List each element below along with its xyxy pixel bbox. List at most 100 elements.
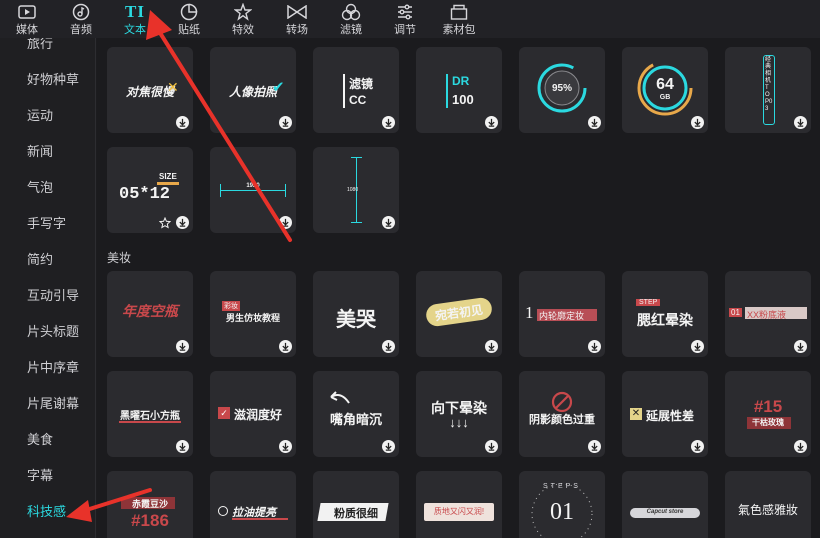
sidebar-item-travel[interactable]: 旅行 (0, 38, 95, 62)
download-icon[interactable] (279, 340, 292, 353)
template-text: 1080 (347, 187, 359, 193)
template-tile[interactable]: 年度空瓶 (107, 271, 193, 357)
template-tile[interactable]: 拉油提亮 (210, 471, 296, 538)
effects-icon (232, 2, 254, 22)
sidebar-item-food[interactable]: 美食 (0, 422, 95, 458)
template-tile[interactable]: SIZE 05*12 (107, 147, 193, 233)
template-tile[interactable]: 氣色感雅妝 (725, 471, 811, 538)
template-tile[interactable]: 对焦很慢 ✕ (107, 47, 193, 133)
template-subtext: 干枯玫瑰 (752, 418, 784, 427)
template-tile[interactable]: 粉质很细 (313, 471, 399, 538)
download-icon[interactable] (382, 440, 395, 453)
template-tile[interactable]: 1920 (210, 147, 296, 233)
template-tile[interactable]: 1080 (313, 147, 399, 233)
tool-filter-label: 滤镜 (340, 24, 362, 36)
sidebar-item-opening-title[interactable]: 片头标题 (0, 314, 95, 350)
download-icon[interactable] (691, 116, 704, 129)
template-text: 黑曜石小方瓶 (120, 411, 180, 422)
measure-line (220, 190, 286, 191)
sidebar-item-interaction[interactable]: 互动引导 (0, 278, 95, 314)
download-icon[interactable] (176, 116, 189, 129)
template-tile[interactable]: 64 GB (622, 47, 708, 133)
sidebar-item-bubble[interactable]: 气泡 (0, 170, 95, 206)
download-icon[interactable] (485, 340, 498, 353)
template-tile[interactable]: #15 干枯玫瑰 (725, 371, 811, 457)
download-icon[interactable] (485, 116, 498, 129)
tool-media[interactable]: 媒体 (0, 0, 54, 38)
template-tile[interactable]: 嘴角暗沉 (313, 371, 399, 457)
download-icon[interactable] (691, 440, 704, 453)
tool-text[interactable]: TI 文本 (108, 0, 162, 38)
download-icon[interactable] (382, 340, 395, 353)
sidebar-item-subtitle[interactable]: 字幕 (0, 458, 95, 494)
download-icon[interactable] (794, 440, 807, 453)
template-tile[interactable]: 质地又闪又润! (416, 471, 502, 538)
download-icon[interactable] (794, 116, 807, 129)
template-text: 美哭 (336, 309, 376, 331)
download-icon[interactable] (279, 440, 292, 453)
template-tile[interactable]: 宛若初见 (416, 271, 502, 357)
template-tile[interactable]: 01 XX粉底液 (725, 271, 811, 357)
tool-package-label: 素材包 (442, 24, 476, 36)
tool-transition[interactable]: 转场 (270, 0, 324, 38)
star-icon[interactable] (158, 216, 171, 229)
sidebar-item-news[interactable]: 新闻 (0, 134, 95, 170)
tool-adjust-label: 调节 (394, 24, 416, 36)
template-label: 彩妆 (222, 301, 240, 311)
sidebar-item-tech[interactable]: 科技感 (0, 494, 95, 530)
download-icon[interactable] (691, 340, 704, 353)
prohibit-icon (551, 391, 573, 413)
sidebar-item-credits[interactable]: 片尾谢幕 (0, 386, 95, 422)
audio-icon (70, 2, 92, 22)
tool-effects[interactable]: 特效 (216, 0, 270, 38)
tool-filter[interactable]: 滤镜 (324, 0, 378, 38)
template-tile[interactable]: ✕ 延展性差 (622, 371, 708, 457)
sidebar-item-chapter[interactable]: 片中序章 (0, 350, 95, 386)
download-icon[interactable] (588, 116, 601, 129)
download-icon[interactable] (279, 216, 292, 229)
download-icon[interactable] (794, 340, 807, 353)
template-text: 滤镜 (349, 77, 374, 91)
download-icon[interactable] (588, 340, 601, 353)
template-content: 对焦很慢 ✕ 人像拍照 ✔ 滤镜 CC DR 100 95% 64 GB 经典相… (97, 38, 820, 538)
tool-audio[interactable]: 音频 (54, 0, 108, 38)
template-tile[interactable]: 美哭 (313, 271, 399, 357)
download-icon[interactable] (279, 116, 292, 129)
template-tile[interactable]: 赤霞豆沙 #186 (107, 471, 193, 538)
tool-sticker[interactable]: 贴纸 (162, 0, 216, 38)
download-icon[interactable] (176, 440, 189, 453)
template-tile[interactable]: 经典相机 TOP03 (725, 47, 811, 133)
template-tile[interactable]: DR 100 (416, 47, 502, 133)
template-text: 经典相机 TOP03 (765, 57, 773, 112)
sidebar-item-sports[interactable]: 运动 (0, 98, 95, 134)
template-tile[interactable]: STEP 腮红晕染 (622, 271, 708, 357)
template-tile[interactable]: 阴影颜色过重 (519, 371, 605, 457)
template-tile[interactable]: ✓ 滋润度好 (210, 371, 296, 457)
template-tile[interactable]: 黑曜石小方瓶 (107, 371, 193, 457)
download-icon[interactable] (176, 340, 189, 353)
download-icon[interactable] (382, 116, 395, 129)
download-icon[interactable] (485, 440, 498, 453)
template-text: SIZE (159, 172, 177, 181)
tool-adjust[interactable]: 调节 (378, 0, 432, 38)
download-icon[interactable] (588, 440, 601, 453)
template-tile[interactable]: STEPS 01 (519, 471, 605, 538)
template-subtext: GB (659, 94, 671, 101)
sidebar-item-handwriting[interactable]: 手写字 (0, 206, 95, 242)
template-tile[interactable]: 滤镜 CC (313, 47, 399, 133)
filter-icon (340, 2, 362, 22)
tool-package[interactable]: 素材包 (432, 0, 486, 38)
sticker-icon (178, 2, 200, 22)
sidebar-item-minimal[interactable]: 简约 (0, 242, 95, 278)
template-tile[interactable]: 向下晕染 ↓↓↓ (416, 371, 502, 457)
template-text: 95% (551, 83, 572, 94)
template-tile[interactable]: 彩妆 男生仿妆教程 (210, 271, 296, 357)
template-tile[interactable]: 1 内轮廓定妆 (519, 271, 605, 357)
sidebar-item-product[interactable]: 好物种草 (0, 62, 95, 98)
download-icon[interactable] (382, 216, 395, 229)
template-tile[interactable]: 人像拍照 ✔ (210, 47, 296, 133)
template-tile[interactable]: 95% (519, 47, 605, 133)
template-tile[interactable]: Capcut store (622, 471, 708, 538)
download-icon[interactable] (176, 216, 189, 229)
divider-line (446, 74, 448, 108)
